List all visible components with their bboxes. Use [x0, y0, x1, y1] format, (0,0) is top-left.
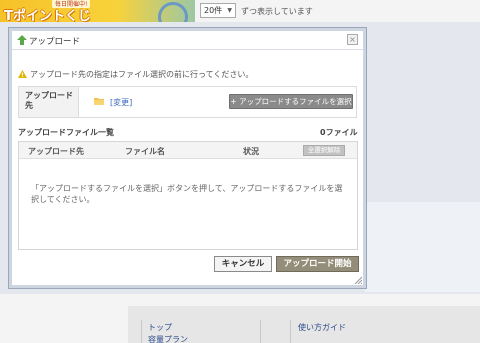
file-table: アップロード先 ファイル名 状況 全選択解除 「アップロードするファイルを選択」… [18, 141, 358, 250]
upload-notice: アップロード先の指定はファイル選択の前に行ってください。 [18, 69, 253, 80]
footer-divider [260, 320, 261, 343]
cancel-button[interactable]: キャンセル [214, 256, 272, 272]
file-count: 0ファイル [320, 128, 358, 137]
start-upload-button[interactable]: アップロード開始 [276, 256, 359, 272]
resize-grip-icon[interactable] [354, 276, 362, 284]
chevron-down-icon: ▼ [227, 7, 232, 14]
footer-link-top[interactable]: トップ [148, 322, 172, 333]
warning-icon [18, 70, 27, 78]
column-header-filename: ファイル名 [125, 147, 165, 156]
per-page-suffix: ずつ表示しています [241, 7, 313, 16]
column-header-destination: アップロード先 [28, 147, 84, 156]
close-icon: × [349, 35, 356, 44]
folder-icon [94, 98, 104, 105]
banner-decoration [158, 2, 188, 23]
dialog-title: アップロード [29, 37, 81, 47]
close-button[interactable]: × [347, 34, 358, 45]
table-header: アップロード先 ファイル名 状況 全選択解除 [19, 142, 357, 159]
destination-row: アップロード先 [変更] + アップロードするファイルを選択 [18, 86, 357, 118]
footer-divider [141, 320, 142, 343]
promo-banner[interactable]: 毎日開催中! Tポイントくじ [0, 0, 195, 23]
upload-arrow-icon [17, 35, 27, 45]
select-file-button[interactable]: + アップロードするファイルを選択 [229, 94, 353, 109]
destination-label: アップロード先 [19, 87, 79, 117]
dialog-title-bar[interactable]: アップロード × [12, 31, 363, 50]
per-page-select[interactable]: 20件 ▼ [200, 3, 236, 18]
footer: トップ 容量プラン 使い方ガイド [128, 306, 480, 343]
upload-dialog: アップロード × アップロード先の指定はファイル選択の前に行ってください。 アッ… [9, 28, 366, 288]
per-page-value: 20件 [204, 6, 223, 15]
notice-text: アップロード先の指定はファイル選択の前に行ってください。 [30, 70, 254, 79]
empty-list-message: 「アップロードするファイルを選択」ボタンを押して、アップロードするファイルを選択… [31, 184, 343, 204]
footer-link-guide[interactable]: 使い方ガイド [298, 322, 346, 333]
clear-selection-button[interactable]: 全選択解除 [303, 145, 345, 156]
banner-title: Tポイントくじ [4, 9, 91, 23]
file-list-title: アップロードファイル一覧 [18, 128, 114, 137]
column-header-status: 状況 [243, 147, 259, 156]
footer-link-plans[interactable]: 容量プラン [148, 334, 188, 343]
footer-divider [290, 320, 291, 343]
change-destination-link[interactable]: [変更] [110, 97, 132, 108]
content-panel [365, 202, 480, 292]
